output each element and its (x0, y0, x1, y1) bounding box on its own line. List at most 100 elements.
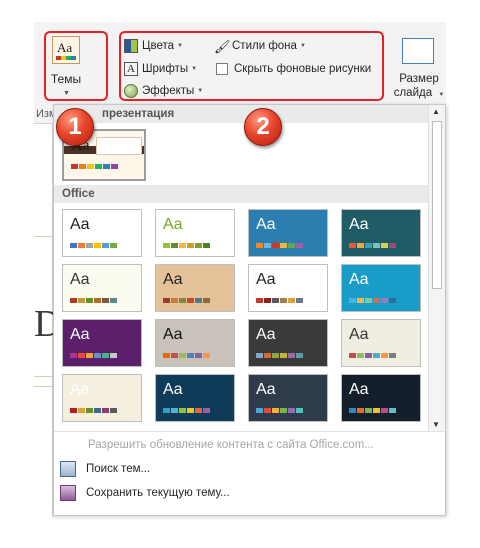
palette-swatch (94, 353, 101, 358)
palette-swatch (195, 408, 202, 413)
palette-swatch (86, 298, 93, 303)
theme-sample-text: Aa (163, 216, 183, 233)
slide-size-label-line1: Размер (399, 73, 439, 85)
palette-swatch (94, 298, 101, 303)
scroll-up-icon[interactable]: ▲ (432, 107, 440, 116)
theme-thumbnail[interactable]: Aa (62, 374, 142, 422)
palette-swatch (357, 353, 364, 358)
palette-swatch (264, 353, 271, 358)
scroll-thumb[interactable] (432, 121, 442, 289)
palette-swatch (171, 408, 178, 413)
theme-color-palette (349, 408, 397, 413)
palette-swatch (296, 353, 303, 358)
palette-swatch (256, 243, 263, 248)
theme-thumbnail[interactable]: Aa (248, 209, 328, 257)
palette-swatch (179, 298, 186, 303)
theme-color-palette (163, 298, 211, 303)
theme-color-palette (70, 298, 118, 303)
palette-swatch (357, 243, 364, 248)
palette-swatch (280, 408, 287, 413)
palette-swatch (365, 408, 372, 413)
palette-swatch (288, 243, 295, 248)
palette-swatch (163, 298, 170, 303)
save-current-theme-item[interactable]: Сохранить текущую тему... (60, 483, 230, 503)
theme-thumbnail[interactable]: Aa (341, 264, 421, 312)
palette-swatch (203, 353, 210, 358)
palette-swatch (110, 408, 117, 413)
browse-themes-label: Поиск тем... (86, 463, 151, 475)
palette-swatch (264, 408, 271, 413)
theme-thumbnail[interactable]: Aa (341, 319, 421, 367)
theme-thumbnail[interactable]: Aa (248, 319, 328, 367)
palette-swatch (280, 243, 287, 248)
theme-thumbnail[interactable]: Aa (155, 264, 235, 312)
palette-swatch (288, 408, 295, 413)
theme-thumbnail[interactable]: Aa (248, 374, 328, 422)
this-presentation-header: презентация (54, 105, 429, 123)
theme-thumbnail[interactable]: Aa (62, 264, 142, 312)
theme-thumbnail[interactable]: Aa (155, 319, 235, 367)
palette-swatch (86, 353, 93, 358)
palette-swatch (389, 353, 396, 358)
theme-thumbnail[interactable]: Aa (62, 319, 142, 367)
theme-color-palette (71, 164, 119, 169)
palette-swatch (70, 243, 77, 248)
theme-thumbnail[interactable]: Aa (62, 209, 142, 257)
browse-folder-icon (60, 461, 76, 477)
theme-color-palette (256, 298, 304, 303)
palette-swatch (102, 408, 109, 413)
palette-swatch (365, 298, 372, 303)
palette-swatch (102, 243, 109, 248)
palette-swatch (163, 408, 170, 413)
theme-sample-text: Aa (256, 271, 276, 288)
theme-thumbnail[interactable]: Aa (155, 209, 235, 257)
palette-swatch (78, 243, 85, 248)
palette-swatch (280, 298, 287, 303)
palette-swatch (389, 408, 396, 413)
palette-swatch (179, 408, 186, 413)
palette-swatch (87, 164, 94, 169)
palette-swatch (78, 353, 85, 358)
themes-gallery-dropdown: презентация Aa Office Aa Aa Aa Aa Aa Aa Aa Aa Aa… (53, 104, 446, 516)
palette-swatch (389, 298, 396, 303)
palette-swatch (70, 353, 77, 358)
palette-swatch (373, 243, 380, 248)
theme-sample-text: Aa (70, 216, 90, 233)
palette-swatch (296, 243, 303, 248)
palette-swatch (357, 298, 364, 303)
slide-size-label-line2: слайда (393, 87, 433, 99)
palette-swatch (187, 408, 194, 413)
theme-thumbnail[interactable]: Aa (248, 264, 328, 312)
palette-swatch (203, 408, 210, 413)
chevron-down-icon: ▼ (438, 92, 445, 98)
annotation-badge-2: 2 (244, 108, 282, 146)
palette-swatch (264, 243, 271, 248)
browse-themes-item[interactable]: Поиск тем... (60, 459, 150, 479)
palette-swatch (171, 353, 178, 358)
theme-sample-text: Aa (163, 326, 183, 343)
palette-swatch (195, 298, 202, 303)
theme-sample-text: Aa (70, 326, 90, 343)
theme-thumbnail[interactable]: Aa (155, 374, 235, 422)
palette-swatch (102, 353, 109, 358)
palette-swatch (357, 408, 364, 413)
scroll-down-icon[interactable]: ▼ (432, 420, 440, 429)
palette-swatch (163, 353, 170, 358)
enable-office-updates-item: Разрешить обновление контента с сайта Of… (88, 439, 374, 451)
palette-swatch (95, 164, 102, 169)
palette-swatch (373, 353, 380, 358)
palette-swatch (296, 408, 303, 413)
gallery-scrollbar[interactable]: ▲ ▼ (428, 105, 445, 431)
office-header: Office (54, 185, 429, 203)
slide-size-button[interactable]: Размер слайда ▼ (392, 36, 444, 108)
palette-swatch (349, 408, 356, 413)
theme-thumbnail[interactable]: Aa (341, 209, 421, 257)
theme-sample-text: Aa (163, 381, 183, 398)
palette-swatch (288, 298, 295, 303)
theme-sample-text: Aa (256, 381, 276, 398)
palette-swatch (256, 408, 263, 413)
slide-preview-edge: D (34, 124, 61, 518)
theme-color-palette (256, 243, 304, 248)
theme-thumbnail[interactable]: Aa (341, 374, 421, 422)
palette-swatch (94, 408, 101, 413)
